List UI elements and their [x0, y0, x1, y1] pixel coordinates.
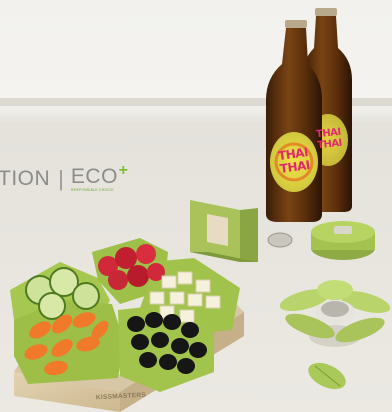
bottle-label-back: THAI THAI: [309, 126, 349, 152]
photo-canvas: [0, 0, 392, 412]
bottle-opener: [311, 221, 375, 260]
brand-partial-text: TION: [0, 167, 51, 190]
bottle-cap: [267, 232, 293, 248]
eco-logo: ECO + RESPONSIBLE CHOICE: [70, 162, 128, 192]
card-holder: [190, 200, 258, 262]
eco-plus-icon: +: [118, 161, 128, 179]
eco-wordmark: ECO: [70, 164, 118, 188]
brand-separator: |: [58, 166, 64, 191]
brand-line: TION | ECO + RESPONSIBLE CHOICE: [0, 162, 128, 192]
product-photo: TION | ECO + RESPONSIBLE CHOICE THAI THA…: [0, 0, 392, 412]
eco-tagline: RESPONSIBLE CHOICE: [70, 187, 114, 192]
